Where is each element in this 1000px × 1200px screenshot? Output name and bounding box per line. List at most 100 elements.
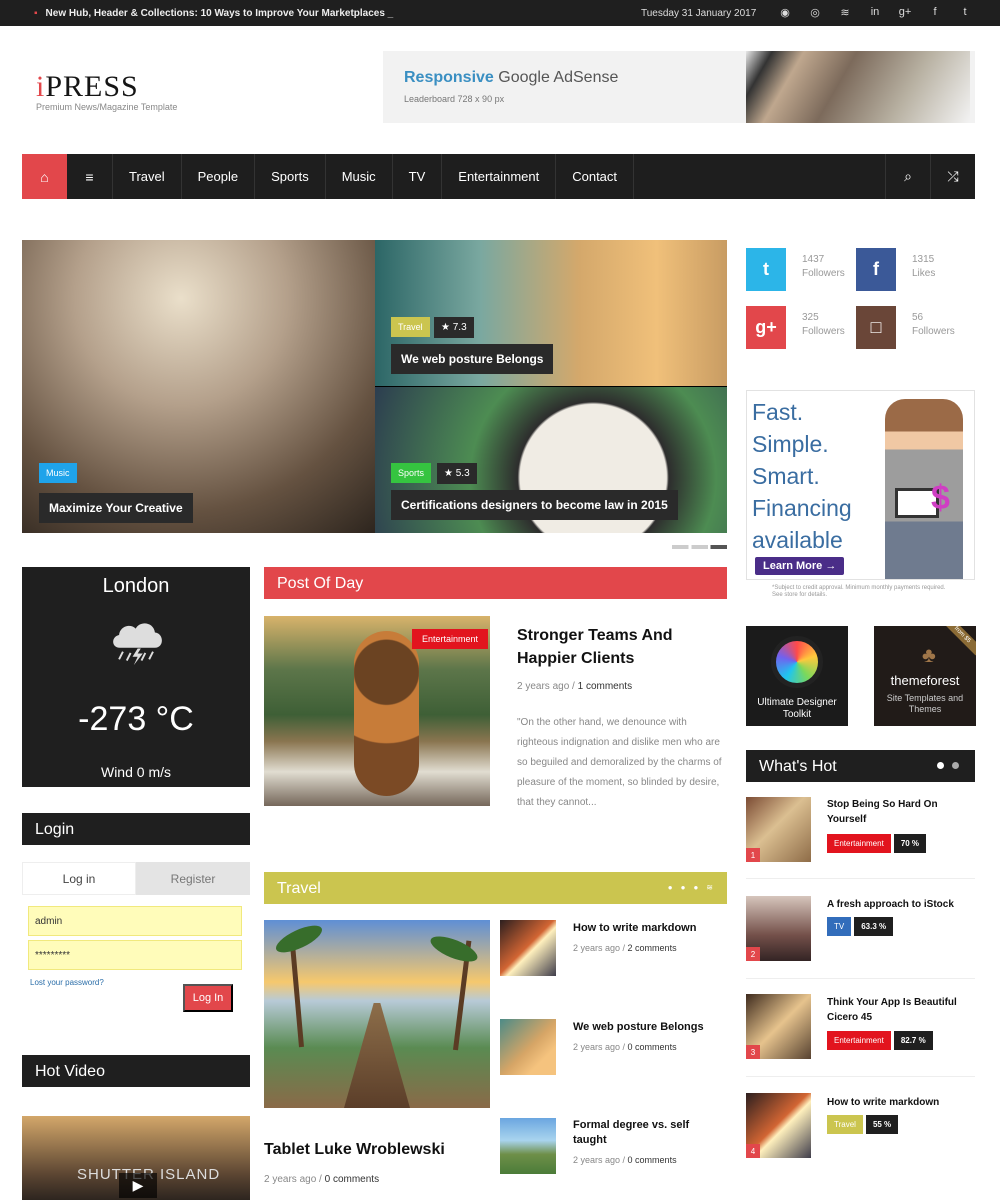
hot-item-tag[interactable]: Entertainment — [827, 1031, 891, 1050]
travel-item-comments[interactable]: 2 comments — [628, 943, 677, 953]
travel-item-comments[interactable]: 0 comments — [628, 1042, 677, 1052]
carousel-dot-icon[interactable]: ● — [693, 883, 698, 892]
palm-leaves — [427, 931, 481, 967]
rating-badge: ★ 5.3 — [437, 463, 477, 484]
post-category-tag[interactable]: Entertainment — [412, 629, 489, 649]
lost-password-link[interactable]: Lost your password? — [30, 978, 104, 987]
twitter-icon[interactable]: t — [958, 6, 972, 19]
soccer-caption[interactable]: Certifications designers to become law i… — [391, 490, 678, 520]
travel-main-title[interactable]: Tablet Luke Wroblewski — [264, 1141, 445, 1159]
home-icon[interactable]: ⌂ — [22, 154, 67, 199]
hot-item-title[interactable]: Stop Being So Hard On Yourself — [827, 797, 972, 827]
carousel-dot-icon[interactable]: ● — [681, 883, 686, 892]
github-icon[interactable]: ◉ — [778, 6, 792, 19]
login-heading: Login — [22, 813, 250, 845]
instagram-count: 56 — [912, 312, 924, 323]
login-tabs: Log in Register — [22, 862, 250, 895]
whats-hot-heading: What's Hot — [746, 750, 975, 782]
menu-icon[interactable]: ≡ — [67, 154, 113, 199]
twitter-stat[interactable]: t 1437 Followers — [746, 248, 850, 291]
rss-icon[interactable]: ≋ — [706, 883, 713, 892]
inactive-dot-icon[interactable] — [952, 762, 959, 769]
financing-ad[interactable]: Fast. Simple. Smart. Financing available… — [746, 390, 975, 580]
music-tag[interactable]: Music — [39, 463, 77, 483]
whats-hot-pagination[interactable] — [937, 762, 959, 769]
username-field[interactable]: admin — [28, 906, 242, 936]
featured-soccer-slide[interactable]: Sports ★ 5.3 Certifications designers to… — [375, 387, 727, 533]
slider-indicators[interactable] — [672, 545, 727, 549]
active-dot-icon[interactable] — [937, 762, 944, 769]
instagram-stat[interactable]: □ 56 Followers — [856, 306, 960, 349]
nav-item-people[interactable]: People — [182, 154, 256, 199]
cat-caption[interactable]: We web posture Belongs — [391, 344, 554, 374]
designer-toolkit-promo[interactable]: Ultimate Designer Toolkit — [746, 626, 848, 726]
travel-item-title[interactable]: Formal degree vs. self taught — [573, 1118, 718, 1148]
hot-item-tag[interactable]: TV — [827, 917, 852, 936]
tab-register[interactable]: Register — [136, 862, 250, 895]
featured-main-slide[interactable]: Music Maximize Your Creative — [22, 240, 375, 533]
facebook-icon[interactable]: f — [928, 6, 942, 19]
travel-item-comments[interactable]: 0 comments — [628, 1155, 677, 1165]
hot-item-tag[interactable]: Entertainment — [827, 834, 891, 853]
site-logo[interactable]: iPRESS Premium News/Magazine Template — [36, 70, 177, 112]
hot-item-image[interactable]: 3 — [746, 994, 811, 1059]
login-button[interactable]: Log In — [183, 984, 233, 1012]
hot-item-tag[interactable]: Travel — [827, 1115, 863, 1134]
hot-item-image[interactable]: 2 — [746, 896, 811, 961]
hot-item-title[interactable]: Think Your App Is Beautiful Cicero 45 — [827, 995, 972, 1025]
featured-slider[interactable]: Music Maximize Your Creative Travel ★ 7.… — [22, 240, 727, 533]
financing-line: Fast. — [752, 399, 804, 425]
travel-heading: Travel ● ● ● ≋ — [264, 872, 727, 904]
nav-item-tv[interactable]: TV — [393, 154, 443, 199]
hot-item-title[interactable]: A fresh approach to iStock — [827, 897, 972, 912]
hot-item-title[interactable]: How to write markdown — [827, 1095, 972, 1110]
travel-item-title[interactable]: We web posture Belongs — [573, 1020, 718, 1035]
twitter-icon: t — [746, 248, 786, 291]
featured-main-caption[interactable]: Maximize Your Creative — [39, 493, 193, 523]
adsense-banner[interactable]: Responsive Google AdSense Leaderboard 72… — [383, 51, 975, 123]
hot-item-image[interactable]: 1 — [746, 797, 811, 862]
travel-item-title[interactable]: How to write markdown — [573, 921, 718, 936]
post-of-day-heading: Post Of Day — [264, 567, 727, 599]
post-comments[interactable]: 1 comments — [578, 681, 632, 692]
nav-item-entertainment[interactable]: Entertainment — [442, 154, 557, 199]
rating-badge: ★ 7.3 — [434, 317, 474, 338]
featured-cat-slide[interactable]: Travel ★ 7.3 We web posture Belongs — [375, 240, 727, 386]
google-plus-icon[interactable]: g+ — [898, 6, 912, 19]
sports-tag[interactable]: Sports — [391, 463, 432, 483]
learn-more-button[interactable]: Learn More → — [755, 557, 845, 575]
search-icon[interactable]: ⌕ — [885, 154, 930, 199]
boardwalk-image — [344, 1003, 410, 1108]
color-wheel-icon — [771, 636, 823, 688]
nav-item-travel[interactable]: Travel — [113, 154, 182, 199]
linkedin-icon[interactable]: in — [868, 6, 882, 19]
play-icon[interactable]: ▶ — [119, 1173, 157, 1198]
hot-video-player[interactable]: SHUTTER ISLAND ▶ — [22, 1116, 250, 1200]
facebook-stat[interactable]: f 1315 Likes — [856, 248, 960, 291]
nav-item-music[interactable]: Music — [326, 154, 393, 199]
travel-main-image[interactable] — [264, 920, 490, 1108]
themeforest-promo[interactable]: from $5 ♣ themeforest Site Templates and… — [874, 626, 976, 726]
google-plus-count: 325 — [802, 312, 819, 323]
carousel-dot-icon[interactable]: ● — [668, 883, 673, 892]
password-field[interactable]: ********* — [28, 940, 242, 970]
travel-item-meta: 2 years ago / 0 comments — [573, 1042, 677, 1052]
tab-login[interactable]: Log in — [22, 862, 136, 895]
hot-item-image[interactable]: 4 — [746, 1093, 811, 1158]
travel-thumbnail[interactable] — [500, 920, 556, 976]
travel-main-comments[interactable]: 0 comments — [325, 1174, 379, 1185]
rss-icon[interactable]: ≋ — [838, 6, 852, 19]
dribbble-icon[interactable]: ◎ — [808, 6, 822, 19]
hot-item-stats: TV 63.3 % — [827, 916, 894, 936]
travel-thumbnail[interactable] — [500, 1118, 556, 1174]
travel-thumbnail[interactable] — [500, 1019, 556, 1075]
travel-main-meta: 2 years ago / 0 comments — [264, 1174, 380, 1185]
travel-tag[interactable]: Travel — [391, 317, 430, 337]
divider — [746, 978, 975, 979]
nav-item-sports[interactable]: Sports — [255, 154, 326, 199]
shuffle-icon[interactable]: ⤮ — [930, 154, 975, 199]
nav-item-contact[interactable]: Contact — [556, 154, 635, 199]
breaking-headline[interactable]: New Hub, Header & Collections: 10 Ways t… — [34, 8, 394, 19]
google-plus-stat[interactable]: g+ 325 Followers — [746, 306, 850, 349]
post-title[interactable]: Stronger Teams And Happier Clients — [517, 624, 717, 670]
